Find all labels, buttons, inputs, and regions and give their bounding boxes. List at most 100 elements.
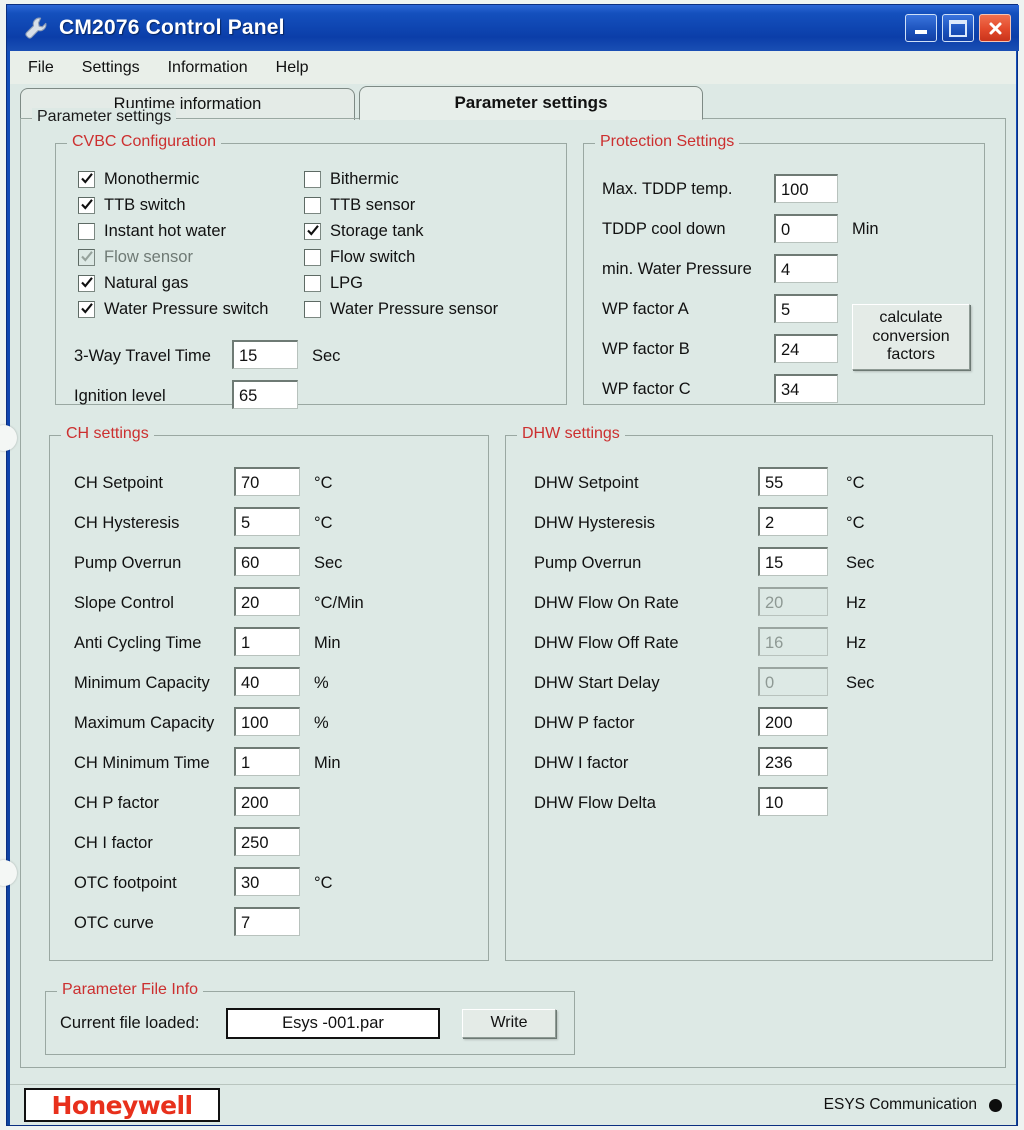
label-otc-curve: OTC curve: [74, 914, 154, 932]
label-dhw-flow-off-rate: DHW Flow Off Rate: [534, 634, 679, 652]
checkbox-box[interactable]: [304, 301, 321, 318]
group-title: Parameter settings: [32, 108, 177, 126]
input-ch-hysteresis[interactable]: 5: [234, 507, 300, 536]
checkbox-natural-gas[interactable]: Natural gas: [78, 274, 188, 293]
menu-item-help[interactable]: Help: [266, 57, 319, 79]
input-dhw-start-delay: 0: [758, 667, 828, 696]
close-button[interactable]: [979, 14, 1011, 42]
unit-dhw-flow-on-rate: Hz: [846, 594, 867, 612]
input-dhw-setpoint[interactable]: 55: [758, 467, 828, 496]
label-dhw-setpoint: DHW Setpoint: [534, 474, 639, 492]
label-wp-factor-c: WP factor C: [602, 380, 691, 398]
label-dhw-p-factor: DHW P factor: [534, 714, 635, 732]
unit-ch-minimum-time: Min: [314, 754, 341, 772]
label-dhw-start-delay: DHW Start Delay: [534, 674, 660, 692]
protection-settings-group: Protection Settings Max. TDDP temp. 100 …: [583, 133, 985, 405]
tab-label: Parameter settings: [454, 93, 608, 112]
calculate-conversion-factors-button[interactable]: calculate conversion factors: [852, 304, 970, 370]
input-otc-curve[interactable]: 7: [234, 907, 300, 936]
input-ch-setpoint[interactable]: 70: [234, 467, 300, 496]
maximize-button[interactable]: [942, 14, 974, 42]
checkbox-flow-switch[interactable]: Flow switch: [304, 248, 415, 267]
label-tddp-cool-down: TDDP cool down: [602, 220, 726, 238]
minimize-icon: [915, 30, 927, 34]
current-file-value[interactable]: Esys -001.par: [226, 1008, 440, 1039]
label-wp-factor-a: WP factor A: [602, 300, 689, 318]
checkbox-box[interactable]: [304, 171, 321, 188]
label-ignition-level: Ignition level: [74, 387, 166, 405]
label-anti-cycling-time: Anti Cycling Time: [74, 634, 202, 652]
group-title: CH settings: [61, 425, 154, 443]
input-anti-cycling-time[interactable]: 1: [234, 627, 300, 656]
checkbox-monothermic[interactable]: Monothermic: [78, 170, 199, 189]
logo-text: Honeywell: [51, 1090, 194, 1120]
checkbox-label: LPG: [330, 274, 364, 292]
checkbox-box[interactable]: [78, 197, 95, 214]
input-tddp-cool-down[interactable]: 0: [774, 214, 838, 243]
minimize-button[interactable]: [905, 14, 937, 42]
wrench-icon: [23, 15, 49, 41]
checkbox-label: Bithermic: [330, 170, 399, 188]
input-dhw-i-factor[interactable]: 236: [758, 747, 828, 776]
checkbox-box[interactable]: [78, 171, 95, 188]
label-dhw-hysteresis: DHW Hysteresis: [534, 514, 656, 532]
checkbox-instant-hot-water[interactable]: Instant hot water: [78, 222, 226, 241]
label-ch-hysteresis: CH Hysteresis: [74, 514, 180, 532]
checkbox-box[interactable]: [304, 223, 321, 240]
parameter-settings-group: Parameter settings CVBC Configuration Mo…: [20, 108, 1006, 1068]
menu-item-file[interactable]: File: [18, 57, 64, 79]
check-icon: [81, 276, 93, 289]
checkbox-box[interactable]: [78, 301, 95, 318]
checkbox-bithermic[interactable]: Bithermic: [304, 170, 399, 189]
input-ch-i-factor[interactable]: 250: [234, 827, 300, 856]
input-slope-control[interactable]: 20: [234, 587, 300, 616]
unit-dhw-setpoint: °C: [846, 474, 865, 492]
checkbox-box[interactable]: [304, 249, 321, 266]
unit-maximum-capacity: %: [314, 714, 329, 732]
input-3way-travel-time[interactable]: 15: [232, 340, 298, 369]
input-dhw-hysteresis[interactable]: 2: [758, 507, 828, 536]
checkbox-water-pressure-switch[interactable]: Water Pressure switch: [78, 300, 268, 319]
check-icon: [81, 198, 93, 211]
menu-item-information[interactable]: Information: [158, 57, 258, 79]
input-wp-factor-c[interactable]: 34: [774, 374, 838, 403]
checkbox-ttb-switch[interactable]: TTB switch: [78, 196, 186, 215]
label-maximum-capacity: Maximum Capacity: [74, 714, 215, 732]
checkbox-box[interactable]: [304, 197, 321, 214]
input-wp-factor-b[interactable]: 24: [774, 334, 838, 363]
check-icon: [81, 302, 93, 315]
input-dhw-pump-overrun[interactable]: 15: [758, 547, 828, 576]
unit-tddp-cool-down: Min: [852, 220, 879, 238]
checkbox-lpg[interactable]: LPG: [304, 274, 363, 293]
input-otc-footpoint[interactable]: 30: [234, 867, 300, 896]
input-max-tddp-temp[interactable]: 100: [774, 174, 838, 203]
checkbox-label: Storage tank: [330, 222, 424, 240]
tab-parameter-settings[interactable]: Parameter settings: [359, 86, 703, 120]
checkbox-ttb-sensor[interactable]: TTB sensor: [304, 196, 415, 215]
group-title: DHW settings: [517, 425, 625, 443]
input-min-water-pressure[interactable]: 4: [774, 254, 838, 283]
input-ch-p-factor[interactable]: 200: [234, 787, 300, 816]
unit-anti-cycling-time: Min: [314, 634, 341, 652]
checkbox-box[interactable]: [78, 275, 95, 292]
check-icon: [307, 224, 319, 237]
input-ch-pump-overrun[interactable]: 60: [234, 547, 300, 576]
write-button[interactable]: Write: [462, 1009, 556, 1038]
input-minimum-capacity[interactable]: 40: [234, 667, 300, 696]
input-ch-minimum-time[interactable]: 1: [234, 747, 300, 776]
input-dhw-flow-delta[interactable]: 10: [758, 787, 828, 816]
unit-3way-travel-time: Sec: [312, 347, 341, 365]
input-wp-factor-a[interactable]: 5: [774, 294, 838, 323]
checkbox-box[interactable]: [304, 275, 321, 292]
checkbox-water-pressure-sensor[interactable]: Water Pressure sensor: [304, 300, 498, 319]
input-maximum-capacity[interactable]: 100: [234, 707, 300, 736]
group-title: Protection Settings: [595, 133, 740, 151]
checkbox-storage-tank[interactable]: Storage tank: [304, 222, 424, 241]
button-label: Write: [490, 1014, 528, 1032]
checkbox-flow-sensor: Flow sensor: [78, 248, 193, 267]
window-title: CM2076 Control Panel: [59, 16, 285, 39]
menu-item-settings[interactable]: Settings: [72, 57, 150, 79]
input-dhw-p-factor[interactable]: 200: [758, 707, 828, 736]
input-ignition-level[interactable]: 65: [232, 380, 298, 409]
checkbox-box[interactable]: [78, 223, 95, 240]
